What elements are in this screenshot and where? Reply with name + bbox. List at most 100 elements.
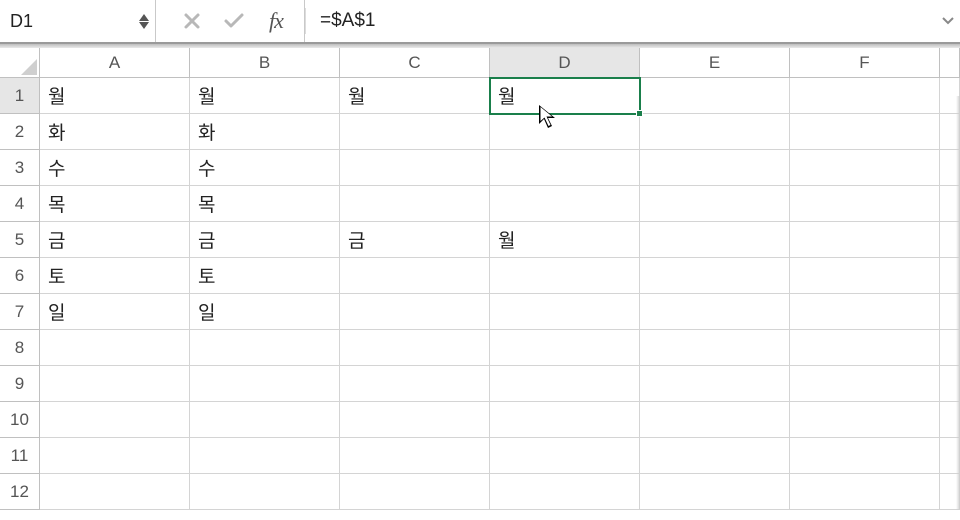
cell-D3[interactable] (490, 150, 640, 186)
cell-B8[interactable] (190, 330, 340, 366)
cell-D4[interactable] (490, 186, 640, 222)
cell-E3[interactable] (640, 150, 790, 186)
cell-A1[interactable]: 월 (40, 78, 190, 114)
cell-C5[interactable]: 금 (340, 222, 490, 258)
row-header-4[interactable]: 4 (0, 186, 40, 222)
col-header-C[interactable]: C (340, 48, 490, 77)
cell-E7[interactable] (640, 294, 790, 330)
cell-E4[interactable] (640, 186, 790, 222)
cell-B9[interactable] (190, 366, 340, 402)
cell-E9[interactable] (640, 366, 790, 402)
cell-A9[interactable] (40, 366, 190, 402)
cell-E2[interactable] (640, 114, 790, 150)
formula-input[interactable]: =$A$1 (306, 0, 936, 42)
cell-E8[interactable] (640, 330, 790, 366)
cell-D11[interactable] (490, 438, 640, 474)
cell-A11[interactable] (40, 438, 190, 474)
cell-E12[interactable] (640, 474, 790, 510)
col-header-B[interactable]: B (190, 48, 340, 77)
row-header-9[interactable]: 9 (0, 366, 40, 402)
cell-F2[interactable] (790, 114, 940, 150)
cell-D1[interactable]: 월 (490, 78, 640, 114)
cell-E10[interactable] (640, 402, 790, 438)
cell-C10[interactable] (340, 402, 490, 438)
scroll-track[interactable] (956, 96, 960, 510)
cell-D12[interactable] (490, 474, 640, 510)
cell-B10[interactable] (190, 402, 340, 438)
cell-A4[interactable]: 목 (40, 186, 190, 222)
cell-A10[interactable] (40, 402, 190, 438)
cell-F8[interactable] (790, 330, 940, 366)
name-box-stepper[interactable] (139, 14, 149, 29)
row-header-3[interactable]: 3 (0, 150, 40, 186)
row-header-8[interactable]: 8 (0, 330, 40, 366)
cell-B1[interactable]: 월 (190, 78, 340, 114)
cell-F3[interactable] (790, 150, 940, 186)
row-header-2[interactable]: 2 (0, 114, 40, 150)
cancel-button[interactable] (178, 7, 206, 35)
row-header-6[interactable]: 6 (0, 258, 40, 294)
cell-C12[interactable] (340, 474, 490, 510)
cell-E11[interactable] (640, 438, 790, 474)
cell-B11[interactable] (190, 438, 340, 474)
row-header-11[interactable]: 11 (0, 438, 40, 474)
cell-F10[interactable] (790, 402, 940, 438)
cell-A5[interactable]: 금 (40, 222, 190, 258)
col-header-E[interactable]: E (640, 48, 790, 77)
cell-A3[interactable]: 수 (40, 150, 190, 186)
cell-B6[interactable]: 토 (190, 258, 340, 294)
cell-C6[interactable] (340, 258, 490, 294)
col-header-A[interactable]: A (40, 48, 190, 77)
name-box[interactable]: D1 (10, 11, 133, 32)
cell-C3[interactable] (340, 150, 490, 186)
cell-C9[interactable] (340, 366, 490, 402)
cell-D8[interactable] (490, 330, 640, 366)
cell-D7[interactable] (490, 294, 640, 330)
col-header-D[interactable]: D (490, 48, 640, 77)
cell-E1[interactable] (640, 78, 790, 114)
cell-F7[interactable] (790, 294, 940, 330)
cell-F12[interactable] (790, 474, 940, 510)
cell-F4[interactable] (790, 186, 940, 222)
cell-F6[interactable] (790, 258, 940, 294)
cell-F1[interactable] (790, 78, 940, 114)
name-box-container[interactable]: D1 (2, 0, 156, 42)
row-header-7[interactable]: 7 (0, 294, 40, 330)
cell-C11[interactable] (340, 438, 490, 474)
cell-E5[interactable] (640, 222, 790, 258)
cell-A8[interactable] (40, 330, 190, 366)
confirm-button[interactable] (220, 7, 248, 35)
row-header-10[interactable]: 10 (0, 402, 40, 438)
cell-C2[interactable] (340, 114, 490, 150)
cell-F5[interactable] (790, 222, 940, 258)
select-all-corner[interactable] (0, 48, 40, 77)
cell-D2[interactable] (490, 114, 640, 150)
cell-B7[interactable]: 일 (190, 294, 340, 330)
cell-A2[interactable]: 화 (40, 114, 190, 150)
cell-D5[interactable]: 월 (490, 222, 640, 258)
cell-C8[interactable] (340, 330, 490, 366)
cell-E6[interactable] (640, 258, 790, 294)
cell-A12[interactable] (40, 474, 190, 510)
insert-function-button[interactable]: fx (262, 7, 290, 35)
formula-bar-expander[interactable] (936, 0, 960, 42)
cell-C4[interactable] (340, 186, 490, 222)
cell-B4[interactable]: 목 (190, 186, 340, 222)
cell-A6[interactable]: 토 (40, 258, 190, 294)
cell-C7[interactable] (340, 294, 490, 330)
row-header-5[interactable]: 5 (0, 222, 40, 258)
cell-B2[interactable]: 화 (190, 114, 340, 150)
cell-F11[interactable] (790, 438, 940, 474)
col-header-F[interactable]: F (790, 48, 940, 77)
cell-F9[interactable] (790, 366, 940, 402)
cell-D10[interactable] (490, 402, 640, 438)
cell-B3[interactable]: 수 (190, 150, 340, 186)
cell-B5[interactable]: 금 (190, 222, 340, 258)
row-header-1[interactable]: 1 (0, 78, 40, 114)
cell-B12[interactable] (190, 474, 340, 510)
row-header-12[interactable]: 12 (0, 474, 40, 510)
cell-D9[interactable] (490, 366, 640, 402)
cell-D6[interactable] (490, 258, 640, 294)
cell-A7[interactable]: 일 (40, 294, 190, 330)
col-header-extra[interactable] (940, 48, 960, 77)
